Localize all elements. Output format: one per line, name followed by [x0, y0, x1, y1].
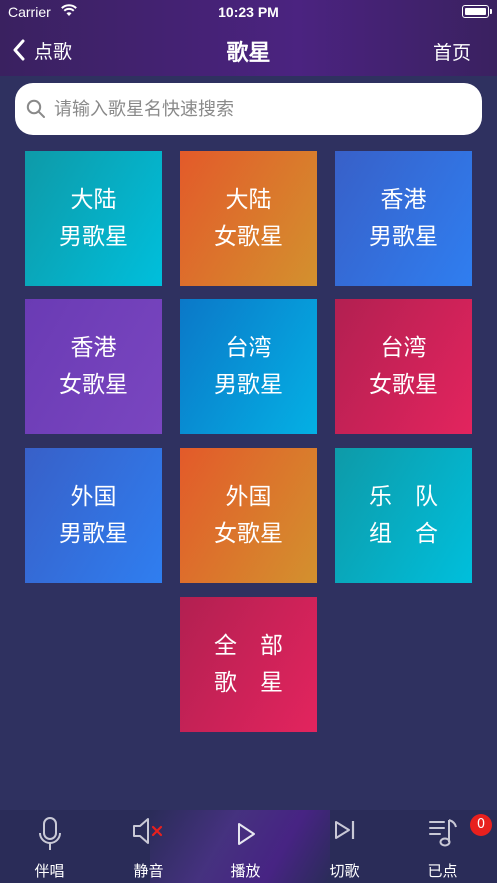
- tile-label-line1: 乐 队: [369, 483, 438, 510]
- playlist-icon: [428, 819, 457, 847]
- tab-label: 播放: [230, 862, 261, 880]
- tile-bands-groups[interactable]: 乐 队 组 合: [335, 448, 472, 583]
- tile-mainland-male[interactable]: 大陆 男歌星: [25, 151, 162, 286]
- tile-taiwan-male[interactable]: 台湾 男歌星: [180, 299, 317, 434]
- tile-label-line1: 全 部: [214, 632, 283, 659]
- microphone-icon: [38, 817, 61, 850]
- tile-label-line2: 男歌星: [59, 223, 128, 250]
- tile-label-line1: 台湾: [225, 334, 272, 361]
- page-title: 歌星: [226, 41, 271, 66]
- tile-label-line2: 女歌星: [214, 223, 283, 250]
- search-input[interactable]: [54, 98, 454, 120]
- tile-label-line2: 男歌星: [214, 371, 283, 398]
- tile-label-line1: 香港: [380, 186, 427, 213]
- queued-count-badge: 0: [470, 814, 492, 836]
- battery-icon: [462, 5, 492, 18]
- play-icon: [237, 823, 255, 845]
- tab-label: 静音: [133, 862, 164, 880]
- home-button[interactable]: 首页: [433, 38, 471, 65]
- tab-mute[interactable]: 静音: [99, 810, 198, 883]
- tile-label-line1: 台湾: [380, 334, 427, 361]
- tile-label-line2: 组 合: [369, 520, 438, 547]
- search-bar[interactable]: [15, 83, 482, 135]
- tile-foreign-male[interactable]: 外国 男歌星: [25, 448, 162, 583]
- tab-accompaniment[interactable]: 伴唱: [0, 810, 99, 883]
- skip-icon: [334, 821, 354, 839]
- tab-play[interactable]: 播放: [196, 810, 295, 883]
- tab-skip[interactable]: 切歌: [295, 810, 394, 883]
- tile-label-line1: 大陆: [70, 186, 117, 213]
- tile-label-line1: 大陆: [225, 186, 272, 213]
- tile-label-line2: 男歌星: [369, 223, 438, 250]
- tile-all-singers[interactable]: 全 部 歌 星: [180, 597, 317, 732]
- tile-label-line2: 女歌星: [59, 371, 128, 398]
- tab-label: 切歌: [329, 862, 360, 880]
- tile-label-line1: 外国: [70, 483, 117, 510]
- tile-foreign-female[interactable]: 外国 女歌星: [180, 448, 317, 583]
- tile-label-line1: 外国: [225, 483, 272, 510]
- status-bar: Carrier 10:23 PM: [0, 0, 497, 24]
- tile-mainland-female[interactable]: 大陆 女歌星: [180, 151, 317, 286]
- tab-label: 已点: [427, 862, 458, 880]
- tile-label-line2: 歌 星: [214, 669, 283, 696]
- tile-label-line2: 女歌星: [214, 520, 283, 547]
- tab-label: 伴唱: [34, 862, 65, 880]
- nav-bar: 点歌 歌星 首页: [0, 24, 497, 76]
- mute-icon: [132, 818, 162, 844]
- bottom-toolbar: 伴唱 静音 播放 切歌 已点: [0, 810, 497, 883]
- tile-hongkong-female[interactable]: 香港 女歌星: [25, 299, 162, 434]
- tile-taiwan-female[interactable]: 台湾 女歌星: [335, 299, 472, 434]
- clock: 10:23 PM: [218, 4, 279, 20]
- tile-hongkong-male[interactable]: 香港 男歌星: [335, 151, 472, 286]
- tile-label-line1: 香港: [70, 334, 117, 361]
- tile-label-line2: 女歌星: [369, 371, 438, 398]
- tile-label-line2: 男歌星: [59, 520, 128, 547]
- search-icon: [26, 99, 45, 118]
